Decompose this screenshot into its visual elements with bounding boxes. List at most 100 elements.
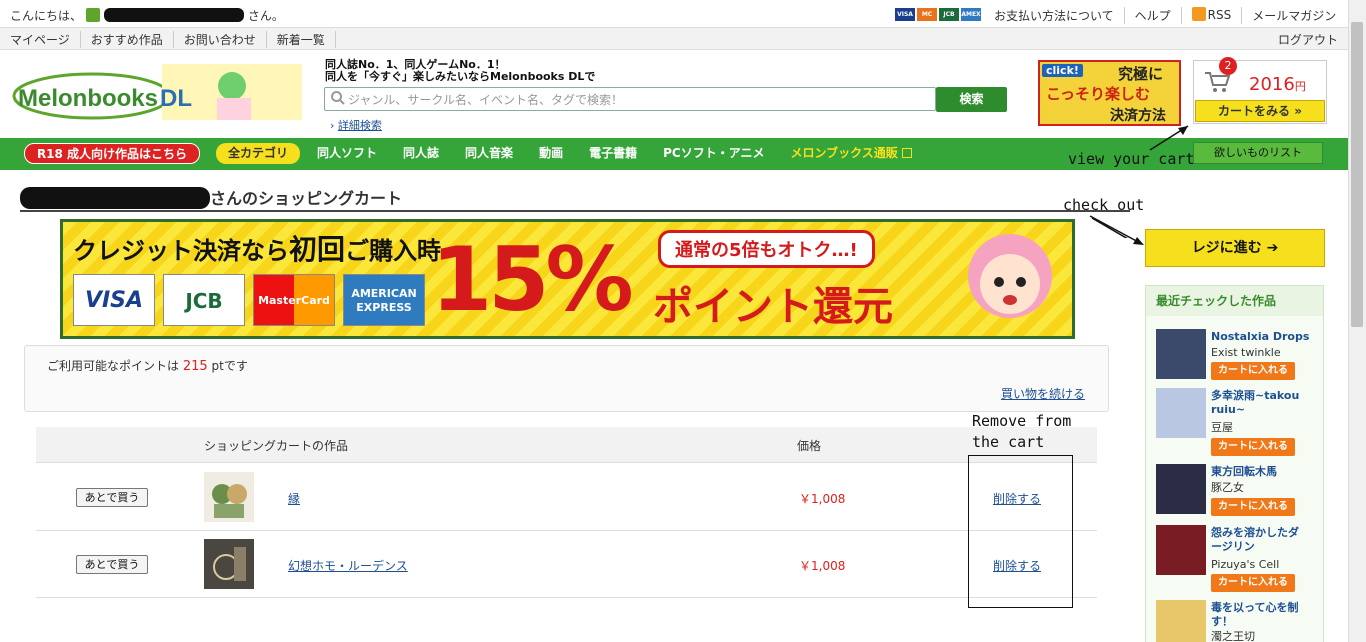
- continue-shopping-link[interactable]: 買い物を続ける: [1001, 385, 1085, 402]
- banner-jcb-logo: JCB: [163, 274, 245, 326]
- category-doujinshi[interactable]: 同人誌: [390, 143, 452, 164]
- advanced-search-link[interactable]: › 詳細検索: [330, 117, 382, 133]
- recent-item-title-line: す！: [1211, 615, 1233, 628]
- r18-button[interactable]: R18 成人向け作品はこちら: [24, 143, 200, 164]
- recent-item-title[interactable]: 毒を以って心を制 す！: [1211, 601, 1298, 629]
- add-to-cart-button[interactable]: カートに入れる: [1211, 498, 1295, 516]
- item-thumbnail[interactable]: [204, 472, 254, 522]
- payment-methods-link[interactable]: お支払い方法について: [994, 7, 1124, 24]
- payment-card-icons: VISA MC JCB AMEX: [895, 8, 981, 21]
- logo-dl-text: DL: [160, 85, 192, 112]
- arrow-right-icon: ➔: [1266, 240, 1279, 256]
- annotation-remove: Remove from the cart: [972, 411, 1071, 453]
- greeting: こんにちは、 さん。: [10, 7, 284, 24]
- credit-card-promo-banner[interactable]: クレジット決済なら初回ご購入時 VISA JCB MasterCard AMER…: [60, 219, 1075, 339]
- recent-item-thumbnail[interactable]: [1156, 388, 1206, 438]
- mastercard-icon: MC: [917, 8, 937, 21]
- add-to-cart-button[interactable]: カートに入れる: [1211, 574, 1295, 592]
- item-thumbnail[interactable]: [204, 539, 254, 589]
- secondary-nav-links: マイページ おすすめ作品 お問い合わせ 新着一覧: [0, 31, 336, 48]
- cart-table-header: [36, 427, 1097, 463]
- banner-purchase-text: ご購入時: [345, 237, 442, 265]
- melonbooks-dl-logo[interactable]: Melonbooks DL: [12, 64, 312, 124]
- buy-later-button[interactable]: あとで買う: [76, 488, 148, 507]
- recent-item-thumbnail[interactable]: [1156, 329, 1206, 379]
- recent-item-circle: Pizuya's Cell: [1211, 558, 1280, 571]
- add-to-cart-button[interactable]: カートに入れる: [1211, 362, 1295, 380]
- promo-line-2: こっそり楽しむ: [1046, 85, 1150, 103]
- logo-text: Melonbooks: [18, 85, 158, 112]
- banner-big-percent: 15%: [431, 228, 634, 331]
- search-placeholder: ジャンル、サークル名、イベント名、タグで検索！: [348, 93, 624, 107]
- visa-icon: VISA: [895, 8, 915, 21]
- col-price-header: 価格: [797, 439, 822, 453]
- item-title-link[interactable]: 縁: [288, 490, 300, 507]
- recent-item-title-line: ruiu~: [1211, 403, 1246, 416]
- banner-visa-logo: VISA: [73, 274, 155, 326]
- contact-link[interactable]: お問い合わせ: [174, 31, 267, 48]
- recent-item-circle: 濁之王切: [1211, 630, 1255, 642]
- category-doujin-soft[interactable]: 同人ソフト: [304, 143, 390, 164]
- banner-point-return: ポイント還元: [653, 284, 893, 330]
- search-icon: [331, 91, 345, 105]
- annotation-remove-line-1: Remove from: [972, 412, 1072, 430]
- recent-item-title[interactable]: Nostalxia Drops: [1211, 330, 1309, 344]
- banner-card-logos: VISA JCB MasterCard AMERICAN EXPRESS: [73, 274, 425, 326]
- recent-item-title[interactable]: 東方回転木馬: [1211, 465, 1277, 479]
- buy-later-button[interactable]: あとで買う: [76, 555, 148, 574]
- search-button[interactable]: 検索: [936, 87, 1007, 112]
- category-pc-anime[interactable]: PCソフト・アニメ: [650, 143, 777, 164]
- rss-link[interactable]: RSS: [1180, 7, 1242, 24]
- site-tagline: 同人誌No．1、同人ゲームNo．1！ 同人を「今すぐ」楽しみたいならMelonb…: [325, 59, 595, 83]
- recent-item-title[interactable]: 多幸涙雨~takou ruiu~: [1211, 389, 1299, 417]
- points-value: 215: [182, 359, 208, 374]
- item-price: ￥1,008: [799, 492, 846, 506]
- logout-link[interactable]: ログアウト: [1278, 31, 1338, 48]
- annotation-remove-box: [968, 455, 1073, 608]
- checkout-label: レジに進む: [1191, 240, 1262, 256]
- banner-credit-text: クレジット決済なら: [73, 237, 289, 265]
- page-title-text: さんのショッピングカート: [210, 189, 403, 208]
- new-arrivals-link[interactable]: 新着一覧: [267, 31, 336, 48]
- cart-total-currency: 円: [1294, 80, 1306, 93]
- tagline-line-2: 同人を「今すぐ」楽しみたいならMelonbooks DLで: [325, 70, 596, 83]
- recommended-link[interactable]: おすすめ作品: [81, 31, 174, 48]
- view-cart-button[interactable]: カートをみる »: [1195, 100, 1325, 122]
- points-prefix: ご利用可能なポイントは: [47, 359, 180, 373]
- item-title-link[interactable]: 幻想ホモ・ルーデンス: [288, 557, 408, 574]
- greeting-prefix: こんにちは、: [10, 9, 83, 23]
- recent-item-circle: 豆屋: [1211, 421, 1233, 434]
- newsletter-link[interactable]: メールマガジン: [1241, 7, 1346, 24]
- item-price: ￥1,008: [799, 559, 846, 573]
- page-title: さんのショッピングカート: [20, 185, 402, 209]
- add-to-cart-button[interactable]: カートに入れる: [1211, 438, 1295, 456]
- banner-mascot-illustration: [968, 234, 1052, 318]
- category-video[interactable]: 動画: [526, 143, 576, 164]
- table-row: [36, 531, 1097, 598]
- recent-item-title-line: 毒を以って心を制: [1211, 601, 1299, 614]
- recent-item-title[interactable]: 怨みを溶かしたダ ージリン: [1211, 526, 1299, 554]
- col-title-header: ショッピングカートの作品: [204, 439, 349, 453]
- rss-label: RSS: [1207, 8, 1232, 22]
- scrollbar-thumb[interactable]: [1351, 22, 1363, 327]
- recent-item-thumbnail[interactable]: [1156, 600, 1206, 642]
- recent-item-thumbnail[interactable]: [1156, 464, 1206, 514]
- payment-promo-banner[interactable]: click! 究極に こっそり楽しむ 決済方法: [1038, 60, 1181, 126]
- mypage-link[interactable]: マイページ: [0, 31, 81, 48]
- annotation-remove-line-2: the cart: [972, 433, 1045, 451]
- recent-item-circle: 豚乙女: [1211, 481, 1244, 494]
- help-link[interactable]: ヘルプ: [1123, 7, 1181, 24]
- category-ebooks[interactable]: 電子書籍: [576, 143, 650, 164]
- recent-item-title-line: ージリン: [1211, 540, 1255, 553]
- category-doujin-music[interactable]: 同人音楽: [452, 143, 526, 164]
- recently-viewed-title: 最近チェックした作品: [1146, 286, 1323, 316]
- wishlist-button[interactable]: 欲しいものリスト: [1193, 142, 1323, 164]
- recent-item-thumbnail[interactable]: [1156, 525, 1206, 575]
- cart-count-badge: 2: [1219, 57, 1237, 75]
- category-melonbooks-shop[interactable]: メロンブックス通販: [777, 143, 924, 164]
- category-all[interactable]: 全カテゴリ: [216, 143, 301, 164]
- top-links: お支払い方法について ヘルプ RSS メールマガジン: [994, 7, 1346, 24]
- available-points: ご利用可能なポイントは 215 ptです: [47, 357, 248, 374]
- checkout-annotation-arrow: [1089, 215, 1144, 245]
- promo-click-label: click!: [1042, 64, 1083, 77]
